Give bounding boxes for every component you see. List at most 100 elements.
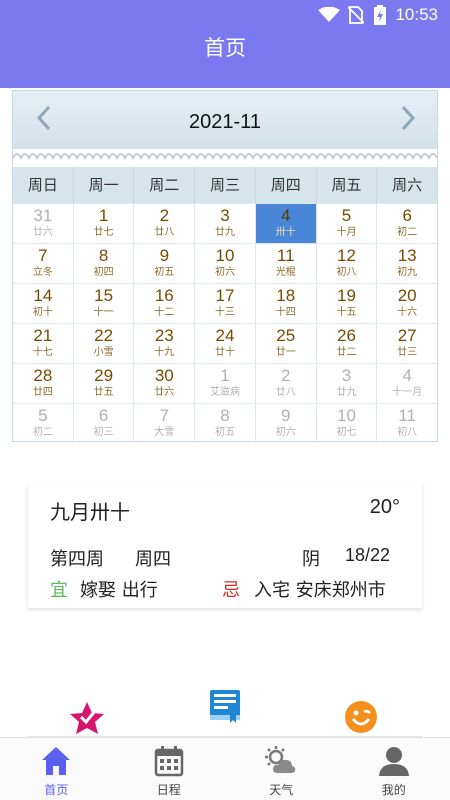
calendar-day[interactable]: 15 十一 xyxy=(74,284,135,323)
calendar-day[interactable]: 7 大雪 xyxy=(134,404,196,443)
next-month-button[interactable] xyxy=(393,101,423,135)
lunar-day: 初五 xyxy=(215,427,236,438)
calendar-day[interactable]: 31 廿六 xyxy=(13,204,74,243)
lunar-day: 小雪 xyxy=(93,347,114,358)
day-number: 5 xyxy=(38,406,48,425)
calendar-day[interactable]: 10 初六 xyxy=(195,244,256,283)
lunar-day: 十月 xyxy=(336,227,357,238)
calendar-day[interactable]: 2 廿八 xyxy=(256,364,317,403)
tab-mine[interactable]: 我的 xyxy=(338,738,450,800)
lunar-day: 初六 xyxy=(275,427,296,438)
lunar-day: 初四 xyxy=(93,267,114,278)
lunar-day: 廿六 xyxy=(154,387,175,398)
calendar-day[interactable]: 3 廿九 xyxy=(317,364,378,403)
day-number: 2 xyxy=(159,206,170,225)
calendar-week-row: 21 十七 22 小雪 23 十九 24 廿十 25 廿一 26 廿二 27 廿三 xyxy=(13,323,437,363)
calendar-day[interactable]: 26 廿二 xyxy=(317,324,378,363)
day-number: 27 xyxy=(397,326,417,345)
day-number: 9 xyxy=(281,406,291,425)
no-sim-icon xyxy=(348,6,364,24)
lunar-day: 大雪 xyxy=(154,427,175,438)
calendar-day[interactable]: 21 十七 xyxy=(13,324,74,363)
calendar-day[interactable]: 1 艾滋病 xyxy=(195,364,256,403)
star-icon[interactable] xyxy=(68,700,106,736)
lunar-day: 初二 xyxy=(32,427,53,438)
lunar-day: 十二 xyxy=(154,307,175,318)
lunar-day: 初八 xyxy=(336,267,357,278)
tab-home[interactable]: 首页 xyxy=(0,738,113,800)
calendar-day[interactable]: 7 立冬 xyxy=(13,244,74,283)
day-number: 16 xyxy=(154,286,174,305)
calendar-day[interactable]: 14 初十 xyxy=(13,284,74,323)
day-info-card[interactable]: 九月卅十 20° 第四周 周四 阴 18/22 宜 嫁娶 出行 忌 入宅 安床郑… xyxy=(28,482,422,608)
day-number: 8 xyxy=(98,246,109,265)
day-number: 3 xyxy=(220,206,230,225)
calendar-day[interactable]: 25 廿一 xyxy=(256,324,317,363)
ji-activities: 入宅 安床郑州市 xyxy=(254,580,386,601)
calendar-day[interactable]: 28 廿四 xyxy=(13,364,74,403)
calendar-header: 2021-11 xyxy=(13,91,437,149)
day-number: 7 xyxy=(159,406,170,425)
calendar-day[interactable]: 29 廿五 xyxy=(74,364,135,403)
calendar-day[interactable]: 13 初九 xyxy=(377,244,437,283)
tab-weather[interactable]: 天气 xyxy=(225,738,338,800)
tab-mine-label: 我的 xyxy=(381,783,406,797)
calendar-day[interactable]: 30 廿六 xyxy=(134,364,196,403)
calendar-day[interactable]: 6 初二 xyxy=(377,204,437,243)
calendar-day[interactable]: 5 十月 xyxy=(317,204,378,243)
day-number: 10 xyxy=(215,246,235,265)
lunar-day: 初六 xyxy=(215,267,236,278)
day-number: 28 xyxy=(33,366,53,385)
month-title: 2021-11 xyxy=(189,111,261,133)
calendar-day[interactable]: 16 十二 xyxy=(134,284,196,323)
day-number: 30 xyxy=(154,366,174,385)
calendar-day[interactable]: 18 十四 xyxy=(256,284,317,323)
lunar-day: 廿一 xyxy=(275,347,296,358)
calendar-day[interactable]: 9 初五 xyxy=(134,244,196,283)
calendar-day[interactable]: 6 初三 xyxy=(74,404,135,443)
weekday-label: 周四 xyxy=(135,549,171,570)
calendar-day[interactable]: 24 廿十 xyxy=(195,324,256,363)
calendar-day[interactable]: 5 初二 xyxy=(13,404,74,443)
calendar-day[interactable]: 1 廿七 xyxy=(74,204,135,243)
calendar-day[interactable]: 12 初八 xyxy=(317,244,378,283)
calendar-day[interactable]: 20 十六 xyxy=(377,284,437,323)
page-title: 首页 xyxy=(204,36,246,60)
book-icon[interactable] xyxy=(208,688,242,724)
lunar-day: 廿六 xyxy=(32,227,53,238)
calendar-day[interactable]: 4 十一月 xyxy=(377,364,437,403)
smile-icon[interactable] xyxy=(344,700,378,734)
lunar-day: 廿三 xyxy=(397,347,418,358)
day-number: 17 xyxy=(215,286,235,305)
calendar-week-row: 7 立冬 8 初四 9 初五 10 初六 11 光棍 12 初八 13 初九 xyxy=(13,243,437,283)
calendar-day[interactable]: 23 十九 xyxy=(134,324,196,363)
weekday-label: 周五 xyxy=(316,167,378,203)
day-number: 10 xyxy=(336,406,356,425)
lunar-day: 廿八 xyxy=(275,387,296,398)
lunar-day: 十四 xyxy=(275,307,296,318)
day-number: 21 xyxy=(33,326,53,345)
weekday-label: 周四 xyxy=(255,167,317,203)
tab-schedule[interactable]: 日程 xyxy=(113,738,226,800)
calendar-day[interactable]: 3 廿九 xyxy=(195,204,256,243)
lunar-day: 十三 xyxy=(215,307,236,318)
calendar-day-selected[interactable]: 4 卅十 xyxy=(255,204,317,243)
calendar-day[interactable]: 9 初六 xyxy=(256,404,317,443)
calendar: 2021-11 周日 周一 周二 周三 周四 周五 周六 31 廿六 1 廿七 2 廿八 3 廿九 4 卅十 5… xyxy=(12,90,438,443)
calendar-grid: 31 廿六 1 廿七 2 廿八 3 廿九 4 卅十 5 十月 6 初二 7 立冬 8 初四 9 初五 10 初六 11 光棍 1… xyxy=(13,203,437,443)
calendar-day[interactable]: 27 廿三 xyxy=(377,324,437,363)
calendar-day[interactable]: 11 初八 xyxy=(377,404,437,443)
calendar-day[interactable]: 22 小雪 xyxy=(74,324,135,363)
day-number: 23 xyxy=(154,326,174,345)
calendar-day[interactable]: 8 初四 xyxy=(74,244,135,283)
calendar-day[interactable]: 10 初七 xyxy=(317,404,378,443)
day-number: 25 xyxy=(276,326,296,345)
calendar-day[interactable]: 19 十五 xyxy=(317,284,378,323)
calendar-day[interactable]: 11 光棍 xyxy=(256,244,317,283)
lunar-day: 十一月 xyxy=(392,387,423,398)
calendar-day[interactable]: 2 廿八 xyxy=(134,204,196,243)
day-number: 22 xyxy=(94,326,114,345)
calendar-day[interactable]: 17 十三 xyxy=(195,284,256,323)
calendar-day[interactable]: 8 初五 xyxy=(195,404,256,443)
day-number: 12 xyxy=(336,246,356,265)
